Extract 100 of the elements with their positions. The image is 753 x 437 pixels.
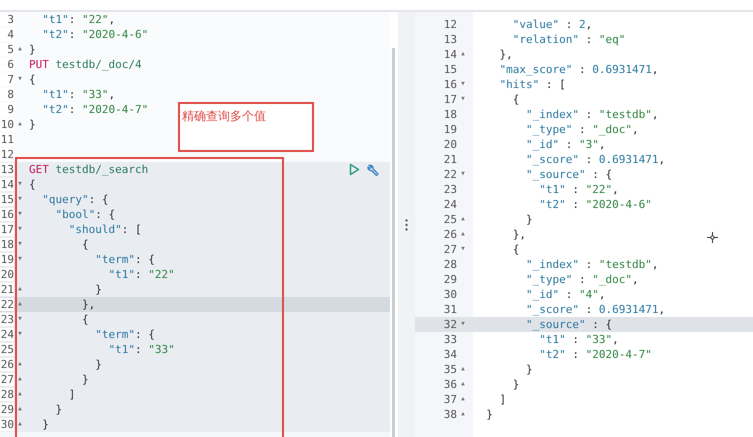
fold-marker[interactable]: ▴: [17, 417, 23, 432]
code-line: }: [80, 373, 89, 386]
line-number: 24: [0, 328, 14, 341]
line-number: 20: [0, 268, 14, 281]
line-number: 7: [0, 73, 14, 86]
line-number: 36: [442, 378, 457, 391]
line-number: 19: [442, 123, 457, 136]
fold-marker[interactable]: ▴: [460, 407, 466, 422]
code-line: ]: [498, 393, 506, 406]
code-line: }: [524, 213, 533, 226]
code-line: "bool": {: [54, 208, 116, 221]
fold-marker[interactable]: ▾: [17, 72, 23, 87]
code-line: "query": {: [41, 193, 108, 206]
code-line: "t1" : "22",: [538, 183, 619, 196]
fold-marker[interactable]: ▴: [17, 357, 23, 372]
code-line: {: [29, 73, 36, 86]
code-line: "t1": "33",: [41, 88, 116, 101]
line-number: 28: [0, 388, 14, 401]
fold-marker[interactable]: ▴: [460, 47, 466, 62]
fold-marker[interactable]: ▾: [17, 312, 23, 327]
code-line: "max_score" : 0.6931471,: [498, 63, 658, 76]
line-number: 25: [442, 213, 457, 226]
scrollbar-thumb[interactable]: [392, 48, 395, 437]
line-number: 29: [0, 403, 14, 416]
line-number: 12: [442, 18, 457, 31]
line-number: 35: [442, 363, 457, 376]
fold-marker[interactable]: ▴: [17, 42, 23, 57]
code-line: "_type" : "_doc",: [524, 123, 639, 136]
code-line: }: [512, 378, 520, 391]
line-number: 16: [442, 78, 457, 91]
line-number: 27: [442, 243, 457, 256]
code-line: ]: [68, 388, 76, 401]
fold-marker[interactable]: ▾: [460, 77, 466, 92]
play-icon[interactable]: [349, 163, 360, 176]
line-number: 29: [442, 273, 457, 286]
line-number: 13: [442, 33, 457, 46]
fold-marker[interactable]: ▴: [17, 117, 23, 132]
fold-marker[interactable]: ▾: [17, 177, 23, 192]
code-line: "t2": "2020-4-6": [41, 28, 148, 41]
line-number: 18: [442, 108, 457, 121]
code-line: "t2" : "2020-4-6": [538, 198, 652, 211]
fold-marker[interactable]: ▾: [460, 167, 466, 182]
fold-marker[interactable]: ▾: [460, 92, 466, 107]
line-number: 9: [0, 103, 14, 116]
line-number: 30: [442, 288, 457, 301]
fold-marker[interactable]: ▴: [460, 392, 466, 407]
crosshair-cursor-icon: [707, 232, 718, 243]
code-line: "t1": "22": [107, 268, 175, 281]
code-line: "relation" : "eq": [512, 33, 626, 46]
fold-marker[interactable]: ▾: [17, 222, 23, 237]
fold-marker[interactable]: ▴: [460, 227, 466, 242]
code-line: "t2" : "2020-4-7": [538, 348, 652, 361]
fold-marker[interactable]: ▾: [17, 207, 23, 222]
code-line: "_id" : "3",: [524, 138, 606, 151]
line-number: 21: [0, 283, 14, 296]
line-number: 4: [0, 28, 14, 41]
code-line: },: [498, 48, 513, 61]
line-number: 26: [442, 228, 457, 241]
code-line: "_index" : "testdb",: [524, 258, 658, 271]
code-line: "term": {: [94, 328, 155, 341]
line-number: 17: [0, 223, 14, 236]
code-line: }: [41, 418, 49, 431]
code-line: PUT testdb/_doc/4: [29, 58, 142, 71]
code-line: "t2": "2020-4-7": [41, 103, 148, 116]
fold-marker[interactable]: ▾: [460, 317, 466, 332]
line-number: 15: [0, 193, 14, 206]
line-number: 15: [442, 63, 457, 76]
fold-marker[interactable]: ▴: [460, 212, 466, 227]
code-line: "_type" : "_doc",: [524, 273, 639, 286]
resize-handle-icon[interactable]: [405, 218, 408, 230]
fold-marker[interactable]: ▴: [17, 282, 23, 297]
code-line: GET testdb/_search: [29, 163, 148, 176]
line-number: 28: [442, 258, 457, 271]
fold-marker[interactable]: ▴: [17, 402, 23, 417]
fold-marker[interactable]: ▴: [17, 297, 23, 312]
code-line: "should": [: [68, 223, 142, 236]
line-number: 13: [0, 163, 14, 176]
fold-marker[interactable]: ▾: [17, 327, 23, 342]
wrench-icon[interactable]: [366, 162, 380, 176]
fold-marker[interactable]: ▾: [17, 192, 23, 207]
fold-marker[interactable]: ▴: [17, 387, 23, 402]
code-line: {: [80, 238, 89, 251]
line-number: 14: [442, 48, 457, 61]
line-number: 10: [0, 118, 14, 131]
code-line: }: [29, 118, 36, 131]
request-editor[interactable]: [0, 12, 398, 437]
code-line: {: [512, 93, 520, 106]
code-line: }: [94, 283, 102, 296]
code-line: "hits" : [: [498, 78, 566, 91]
fold-marker[interactable]: ▾: [17, 237, 23, 252]
line-number: 38: [442, 408, 457, 421]
fold-marker[interactable]: ▾: [17, 252, 23, 267]
line-number: 31: [442, 303, 457, 316]
fold-marker[interactable]: ▴: [17, 372, 23, 387]
line-number: 32: [442, 318, 457, 331]
code-line: }: [94, 358, 102, 371]
fold-marker[interactable]: ▴: [460, 377, 466, 392]
line-number: 18: [0, 238, 14, 251]
fold-marker[interactable]: ▾: [460, 242, 466, 257]
fold-marker[interactable]: ▴: [460, 362, 466, 377]
